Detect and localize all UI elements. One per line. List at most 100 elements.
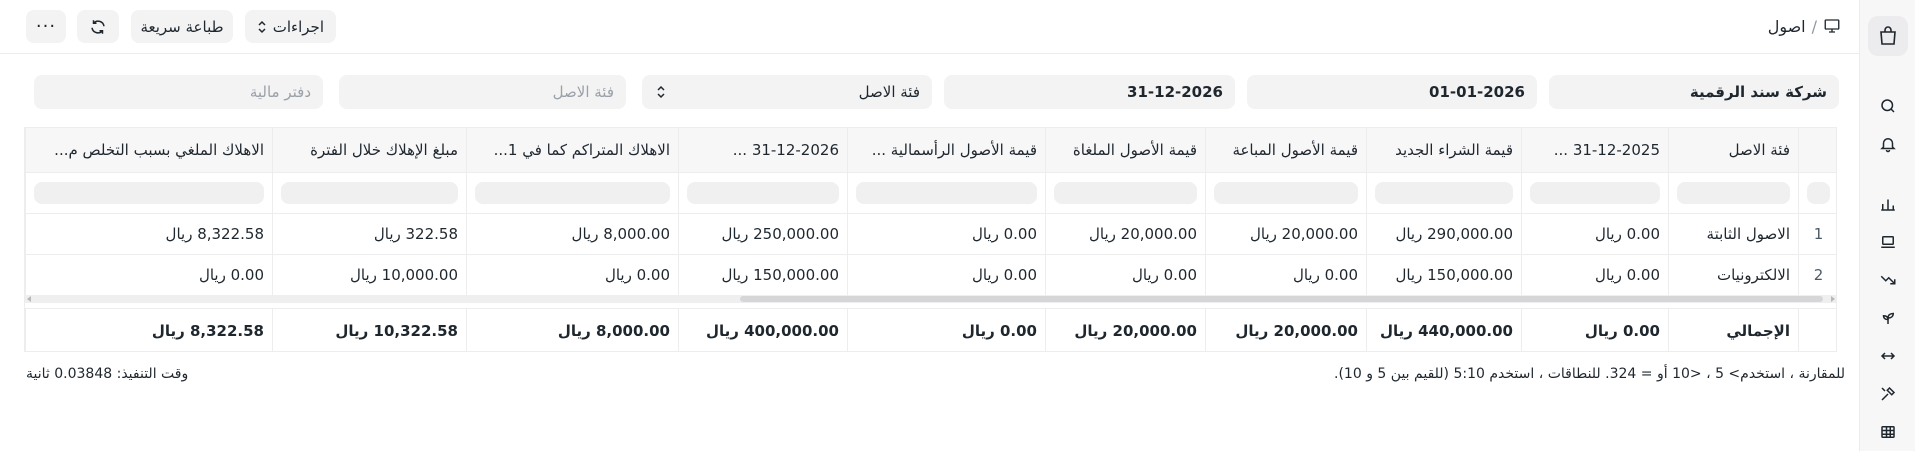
execution-time: وقت التنفيذ: 0.03848 ثانية [26, 366, 189, 382]
table-cell[interactable]: 10,000.00 ريال [272, 255, 466, 295]
laptop-icon[interactable] [1874, 228, 1902, 256]
table-cell[interactable]: 0.00 ريال [1521, 214, 1668, 254]
desktop-icon[interactable] [1823, 17, 1841, 35]
column-filter-input[interactable] [856, 182, 1037, 204]
total-label: الإجمالي [1668, 309, 1798, 351]
breadcrumb: / اصول [1768, 14, 1841, 38]
asset-category-input[interactable]: فئة الاصل [339, 75, 626, 109]
company-filter[interactable]: شركة سند الرقمية [1549, 75, 1839, 109]
row-index [1798, 309, 1836, 351]
filter-cell [1045, 173, 1205, 213]
actions-label: اجراءات [272, 17, 324, 36]
total-cell: 20,000.00 ريال [1205, 309, 1366, 351]
table-cell[interactable]: 0.00 ريال [1045, 255, 1205, 295]
column-filter-input[interactable] [1375, 182, 1513, 204]
right-sidebar [1859, 0, 1915, 451]
total-cell: 0.00 ريال [1521, 309, 1668, 351]
filter-cell [272, 173, 466, 213]
table-cell[interactable]: 0.00 ريال [466, 255, 678, 295]
finance-book-input[interactable]: دفتر مالية [34, 75, 323, 109]
table-icon[interactable] [1874, 418, 1902, 446]
column-filter-input[interactable] [1807, 182, 1830, 204]
column-header[interactable]: قيمة الأصول الملغاة [1045, 128, 1205, 172]
column-header[interactable]: فئة الاصل [1668, 128, 1798, 172]
column-filter-input[interactable] [1530, 182, 1660, 204]
column-filter-input[interactable] [281, 182, 458, 204]
filter-cell [1668, 173, 1798, 213]
column-filter-row [25, 173, 1836, 214]
table-cell[interactable]: 0.00 ريال [25, 255, 272, 295]
table-cell[interactable]: 150,000.00 ريال [678, 255, 847, 295]
table-cell[interactable]: الاصول الثابتة [1668, 214, 1798, 254]
scroll-right-arrow-icon[interactable] [1830, 296, 1836, 302]
column-filter-input[interactable] [34, 182, 264, 204]
column-header[interactable]: 31-12-2026 ... [678, 128, 847, 172]
more-menu-button[interactable]: ··· [26, 10, 66, 43]
table-row[interactable]: 2 الالكترونيات 0.00 ريال 150,000.00 ريال… [25, 255, 1836, 296]
ellipsis-icon: ··· [35, 16, 57, 37]
to-date-filter[interactable]: 31-12-2026 [944, 75, 1235, 109]
column-header[interactable]: 31-12-2025 ... [1521, 128, 1668, 172]
column-filter-input[interactable] [475, 182, 670, 204]
filter-cell [678, 173, 847, 213]
table-cell[interactable]: الالكترونيات [1668, 255, 1798, 295]
column-header[interactable]: الاهلاك المتراكم كما في 1... [466, 128, 678, 172]
table-cell[interactable]: 322.58 ريال [272, 214, 466, 254]
filter-hint: للمقارنة ، استخدم> 5 ، <10 أو = 324. للن… [1334, 366, 1845, 382]
column-header[interactable]: الاهلاك الملغي بسبب التخلص م... [25, 128, 272, 172]
refresh-button[interactable] [77, 10, 119, 43]
table-cell[interactable]: 20,000.00 ريال [1045, 214, 1205, 254]
table-cell[interactable]: 20,000.00 ريال [1205, 214, 1366, 254]
table-cell[interactable]: 0.00 ريال [847, 255, 1045, 295]
column-filter-input[interactable] [1054, 182, 1197, 204]
column-filter-input[interactable] [687, 182, 839, 204]
top-bar: ··· طباعة سريعة اجراءات / اصول [0, 0, 1859, 54]
from-date-value: 01-01-2026 [1429, 83, 1525, 101]
scrollbar-thumb[interactable] [740, 296, 1823, 302]
total-cell: 440,000.00 ريال [1366, 309, 1521, 351]
table-cell[interactable]: 0.00 ريال [1205, 255, 1366, 295]
scroll-left-arrow-icon[interactable] [26, 296, 32, 302]
filter-cell [1366, 173, 1521, 213]
arrows-horizontal-icon[interactable] [1874, 342, 1902, 370]
filter-cell [466, 173, 678, 213]
asset-category-placeholder: فئة الاصل [552, 83, 614, 101]
asset-category-select-value: فئة الاصل [858, 83, 920, 101]
total-cell: 0.00 ريال [847, 309, 1045, 351]
horizontal-scrollbar[interactable] [25, 295, 1836, 303]
table-cell[interactable]: 250,000.00 ريال [678, 214, 847, 254]
quick-print-button[interactable]: طباعة سريعة [131, 10, 233, 43]
to-date-value: 31-12-2026 [1127, 83, 1223, 101]
total-cell: 8,000.00 ريال [466, 309, 678, 351]
table-cell[interactable]: 8,000.00 ريال [466, 214, 678, 254]
breadcrumb-section[interactable]: اصول [1768, 17, 1806, 36]
table-header: فئة الاصل 31-12-2025 ... قيمة الشراء الج… [25, 128, 1836, 173]
table-cell[interactable]: 150,000.00 ريال [1366, 255, 1521, 295]
chart-icon[interactable] [1874, 190, 1902, 218]
column-filter-input[interactable] [1214, 182, 1358, 204]
table-cell[interactable]: 0.00 ريال [1521, 255, 1668, 295]
search-icon[interactable] [1874, 92, 1902, 120]
table-cell[interactable]: 0.00 ريال [847, 214, 1045, 254]
column-header[interactable]: قيمة الشراء الجديد [1366, 128, 1521, 172]
bell-icon[interactable] [1874, 130, 1902, 158]
breadcrumb-separator: / [1811, 16, 1817, 36]
table-row[interactable]: 1 الاصول الثابتة 0.00 ريال 290,000.00 ري… [25, 214, 1836, 255]
table-cell[interactable]: 8,322.58 ريال [25, 214, 272, 254]
asset-category-select[interactable]: فئة الاصل [642, 75, 932, 109]
updown-chevron-icon [258, 20, 266, 33]
trend-down-icon[interactable] [1874, 266, 1902, 294]
column-filter-input[interactable] [1677, 182, 1790, 204]
column-header[interactable]: قيمة الأصول الرأسمالية ... [847, 128, 1045, 172]
actions-dropdown-button[interactable]: اجراءات [245, 10, 336, 43]
filter-cell [847, 173, 1045, 213]
total-cell: 8,322.58 ريال [25, 309, 272, 351]
column-header[interactable]: مبلغ الإهلاك خلال الفترة [272, 128, 466, 172]
updown-chevron-icon [657, 85, 665, 99]
plant-icon[interactable] [1874, 304, 1902, 332]
column-header[interactable]: قيمة الأصول المباعة [1205, 128, 1366, 172]
table-cell[interactable]: 290,000.00 ريال [1366, 214, 1521, 254]
tools-icon[interactable] [1874, 380, 1902, 408]
from-date-filter[interactable]: 01-01-2026 [1247, 75, 1537, 109]
app-logo-icon[interactable] [1868, 16, 1908, 56]
